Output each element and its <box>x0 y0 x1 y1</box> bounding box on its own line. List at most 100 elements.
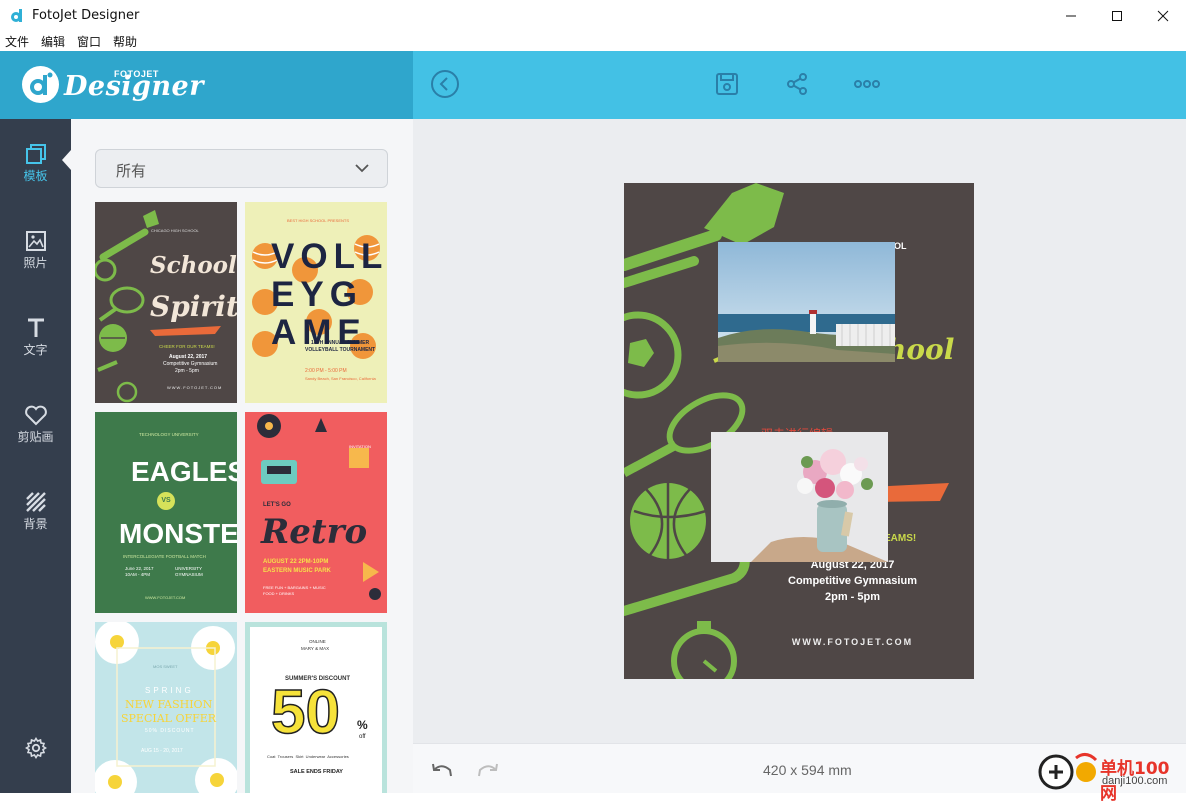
tpl3-header: TECHNOLOGY UNIVERSITY <box>139 432 199 437</box>
nav-item-templates[interactable]: 模板 <box>0 143 71 203</box>
undo-icon <box>432 763 452 777</box>
template-thumb-volleyball[interactable]: BEST HIGH SCHOOL PRESENTS VOLLEYGAME 18T… <box>245 202 387 403</box>
text-icon <box>27 318 44 337</box>
tpl1-line1: August 22, 2017 <box>169 354 208 360</box>
menu-help[interactable]: 帮助 <box>113 33 137 50</box>
tpl3-sub: INTERCOLLEGIATE FOOTBALL MATCH <box>123 554 206 559</box>
photo-icon <box>25 231 46 251</box>
template-thumb-school-spirit[interactable]: CHICAGO HIGH SCHOOL School Spirit! CHEER… <box>95 202 237 403</box>
background-icon <box>25 492 46 512</box>
photo-lighthouse[interactable] <box>718 242 895 362</box>
tpl5-line1: SPRING <box>145 686 194 695</box>
share-button[interactable] <box>782 69 812 99</box>
tpl3-footer: WWW.FOTOJET.COM <box>145 595 186 600</box>
tpl5-line4: 50% DISCOUNT <box>145 728 195 734</box>
more-icon <box>854 80 880 88</box>
tpl4-lets: LET'S GO <box>263 502 291 508</box>
tpl6-footer: SALE ENDS FRIDAY <box>290 769 343 775</box>
template-panel: 所有 CHICAGO HIGH SCHOOL School Spirit! CH… <box>71 119 413 793</box>
nav-item-photos[interactable]: 照片 <box>0 230 71 290</box>
tpl3-vs: VS <box>157 492 175 510</box>
template-thumb-summer-discount[interactable]: ONLINE MARY & MAX SUMMER'S DISCOUNT 50 %… <box>245 622 387 793</box>
canvas-workspace: OL hool EAMS! August 22, 2017 Competitiv… <box>413 119 1186 743</box>
tpl2-line3: 2:00 PM - 5:00 PM <box>305 368 347 374</box>
tpl5-line5: AUG 15 - 20, 2017 <box>141 748 183 754</box>
heart-icon <box>24 405 47 426</box>
tpl1-footer: WWW.FOTOJET.COM <box>167 385 223 390</box>
maximize-button[interactable] <box>1094 0 1140 31</box>
nav-item-background[interactable]: 背景 <box>0 491 71 551</box>
template-thumb-eagles-monster[interactable]: TECHNOLOGY UNIVERSITY EAGLES VS MONSTER … <box>95 412 237 613</box>
settings-button[interactable] <box>25 737 47 764</box>
tpl4-line4: FOOD + DRINKS <box>263 591 295 596</box>
top-toolbar <box>413 51 1186 119</box>
nav-label-templates: 模板 <box>23 169 48 183</box>
back-icon <box>431 70 459 98</box>
nav-label-background: 背景 <box>23 517 48 531</box>
poster-header-fragment: OL <box>894 241 907 251</box>
menu-file[interactable]: 文件 <box>5 33 29 50</box>
tpl5-line3: SPECIAL OFFER <box>121 712 217 725</box>
menu-edit[interactable]: 编辑 <box>41 33 65 50</box>
minimize-button[interactable] <box>1048 0 1094 31</box>
poster-title-fragment: hool <box>886 333 955 366</box>
undo-button[interactable] <box>431 762 453 783</box>
tpl1-line3: 2pm - 5pm <box>175 368 199 374</box>
minimize-icon <box>1066 15 1076 16</box>
app-icon <box>9 8 25 24</box>
tpl4-line1: AUGUST 22 2PM-10PM <box>263 559 329 565</box>
nav-item-clipart[interactable]: 剪贴画 <box>0 404 71 464</box>
menu-window[interactable]: 窗口 <box>77 33 101 50</box>
logo-area: FOTOJET Designer <box>0 51 413 119</box>
tpl6-pct: % <box>357 718 368 732</box>
poster-canvas[interactable]: OL hool EAMS! August 22, 2017 Competitiv… <box>624 183 974 679</box>
redo-icon <box>478 763 498 777</box>
save-icon <box>716 73 738 95</box>
tpl3-title2: MONSTER <box>119 518 237 549</box>
tpl3-right2: GYMNASIUM <box>175 572 203 577</box>
category-select[interactable]: 所有 <box>95 149 388 188</box>
nav-item-text[interactable]: 文字 <box>0 317 71 377</box>
tpl6-header2: MARY & MAX <box>301 646 330 651</box>
back-button[interactable] <box>430 69 460 99</box>
tpl3-right: UNIVERSITY <box>175 566 203 571</box>
poster-line3: 2pm - 5pm <box>824 591 880 603</box>
tpl2-line1: 18TH ANNUAL SUMMER <box>311 340 370 346</box>
poster-tag-fragment: EAMS! <box>884 533 917 544</box>
more-button[interactable] <box>852 69 882 99</box>
nav-active-pointer <box>62 150 71 170</box>
nav-label-photos: 照片 <box>23 256 48 270</box>
tpl4-title: Retro <box>261 512 368 552</box>
nav-label-text: 文字 <box>23 343 48 357</box>
poster-line2: Competitive Gymnasium <box>788 575 917 587</box>
tpl6-big: 50 <box>270 678 340 747</box>
tpl3-title1: EAGLES <box>131 456 237 487</box>
canvas-dimensions: 420 x 594 mm <box>763 762 852 778</box>
template-thumb-retro[interactable]: INVITATION LET'S GO Retro AUGUST 22 2PM-… <box>245 412 387 613</box>
watermark: 单机100网 danji100.com <box>1036 750 1186 804</box>
tpl3-left2: 10AM - 4PM <box>125 572 151 577</box>
tpl1-line2: Competitive Gymnasium <box>163 361 218 367</box>
close-button[interactable] <box>1140 0 1186 31</box>
logo-badge-icon <box>22 66 59 103</box>
photo-flowers[interactable] <box>711 432 888 562</box>
watermark-text2: danji100.com <box>1102 775 1168 787</box>
template-icon <box>25 144 46 164</box>
template-thumb-spring-fashion[interactable]: MOS SWEET SPRING NEW FASHION SPECIAL OFF… <box>95 622 237 793</box>
tpl2-line2: VOLLEYBALL TOURNAMENT <box>305 347 376 353</box>
tpl4-header: INVITATION <box>349 444 371 449</box>
tpl1-header: CHICAGO HIGH SCHOOL <box>151 228 199 233</box>
tpl1-title2: Spirit! <box>150 290 237 323</box>
window-title: FotoJet Designer <box>32 8 140 23</box>
tpl6-off: off <box>359 734 366 740</box>
tpl1-tag: CHEER FOR OUR TEAMS! <box>159 344 215 349</box>
tpl6-cats: Coat Trousers Skirt Underwear Accessorie… <box>267 754 349 759</box>
lighthouse-photo-icon <box>718 242 895 362</box>
save-button[interactable] <box>712 69 742 99</box>
side-nav: 模板 照片 文字 剪贴画 背景 <box>0 119 71 793</box>
flowers-photo-icon <box>711 432 888 562</box>
close-icon <box>1157 10 1169 21</box>
title-bar: FotoJet Designer <box>0 0 1186 31</box>
tpl5-line2: NEW FASHION <box>125 698 213 711</box>
redo-button[interactable] <box>477 762 499 783</box>
